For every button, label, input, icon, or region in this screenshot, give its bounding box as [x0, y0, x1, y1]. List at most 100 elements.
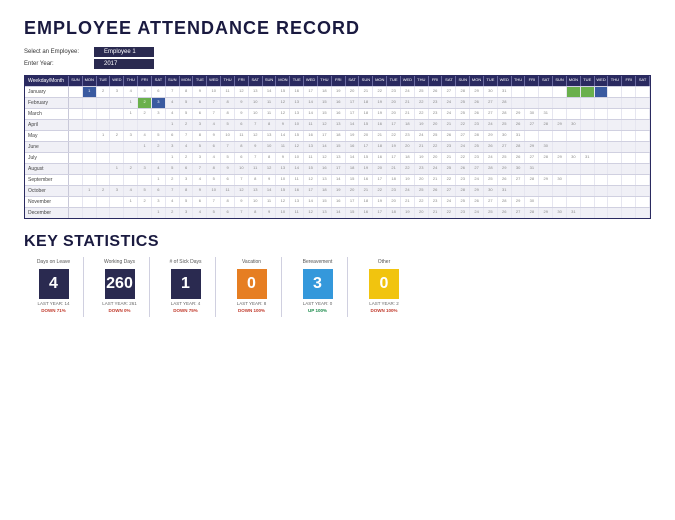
day-cell[interactable] [622, 186, 636, 196]
day-cell[interactable]: 13 [318, 208, 332, 218]
day-cell[interactable]: 15 [318, 109, 332, 119]
day-cell[interactable]: 26 [512, 153, 526, 163]
day-cell[interactable] [595, 98, 609, 108]
day-cell[interactable]: 5 [207, 208, 221, 218]
day-cell[interactable]: 1 [124, 109, 138, 119]
day-cell[interactable] [581, 98, 595, 108]
day-cell[interactable]: 28 [456, 87, 470, 97]
day-cell[interactable] [622, 153, 636, 163]
day-cell[interactable]: 9 [193, 87, 207, 97]
day-cell[interactable]: 19 [387, 142, 401, 152]
day-cell[interactable] [83, 120, 97, 130]
day-cell[interactable]: 8 [249, 208, 263, 218]
day-cell[interactable]: 18 [387, 208, 401, 218]
day-cell[interactable] [97, 197, 111, 207]
day-cell[interactable]: 20 [346, 186, 360, 196]
day-cell[interactable]: 24 [442, 109, 456, 119]
day-cell[interactable]: 11 [263, 98, 277, 108]
day-cell[interactable]: 17 [359, 142, 373, 152]
day-cell[interactable]: 17 [373, 208, 387, 218]
day-cell[interactable]: 8 [221, 98, 235, 108]
day-cell[interactable]: 1 [110, 164, 124, 174]
day-cell[interactable]: 19 [359, 164, 373, 174]
day-cell[interactable] [567, 131, 581, 141]
day-cell[interactable]: 12 [235, 87, 249, 97]
day-cell[interactable]: 21 [442, 120, 456, 130]
day-cell[interactable]: 23 [429, 109, 443, 119]
day-cell[interactable]: 6 [180, 164, 194, 174]
day-cell[interactable]: 30 [553, 175, 567, 185]
day-cell[interactable]: 5 [138, 87, 152, 97]
day-cell[interactable]: 6 [235, 153, 249, 163]
day-cell[interactable] [608, 153, 622, 163]
day-cell[interactable]: 29 [512, 109, 526, 119]
day-cell[interactable]: 18 [387, 175, 401, 185]
day-cell[interactable]: 18 [318, 87, 332, 97]
day-cell[interactable]: 14 [304, 98, 318, 108]
day-cell[interactable]: 13 [249, 186, 263, 196]
day-cell[interactable] [124, 153, 138, 163]
day-cell[interactable]: 15 [276, 87, 290, 97]
day-cell[interactable]: 19 [332, 186, 346, 196]
day-cell[interactable]: 27 [442, 186, 456, 196]
day-cell[interactable]: 15 [304, 164, 318, 174]
day-cell[interactable]: 16 [359, 208, 373, 218]
day-cell[interactable] [525, 98, 539, 108]
day-cell[interactable]: 13 [290, 197, 304, 207]
day-cell[interactable]: 11 [221, 87, 235, 97]
day-cell[interactable] [69, 208, 83, 218]
day-cell[interactable] [539, 164, 553, 174]
day-cell[interactable] [581, 142, 595, 152]
day-cell[interactable] [110, 208, 124, 218]
day-cell[interactable]: 2 [110, 131, 124, 141]
day-cell[interactable]: 18 [332, 131, 346, 141]
day-cell[interactable]: 28 [470, 131, 484, 141]
day-cell[interactable]: 22 [415, 98, 429, 108]
day-cell[interactable]: 3 [166, 142, 180, 152]
day-cell[interactable]: 1 [83, 87, 97, 97]
day-cell[interactable]: 16 [332, 98, 346, 108]
day-cell[interactable]: 27 [484, 197, 498, 207]
day-cell[interactable]: 4 [207, 153, 221, 163]
day-cell[interactable]: 6 [221, 208, 235, 218]
day-cell[interactable] [110, 153, 124, 163]
day-cell[interactable]: 28 [456, 186, 470, 196]
day-cell[interactable]: 7 [249, 120, 263, 130]
day-cell[interactable]: 1 [166, 120, 180, 130]
day-cell[interactable] [110, 197, 124, 207]
day-cell[interactable]: 4 [166, 109, 180, 119]
day-cell[interactable]: 5 [138, 186, 152, 196]
day-cell[interactable]: 27 [498, 142, 512, 152]
day-cell[interactable]: 21 [415, 142, 429, 152]
day-cell[interactable]: 16 [290, 87, 304, 97]
day-cell[interactable]: 10 [276, 208, 290, 218]
day-cell[interactable] [138, 208, 152, 218]
day-cell[interactable]: 10 [249, 98, 263, 108]
day-cell[interactable]: 26 [456, 164, 470, 174]
day-cell[interactable]: 23 [442, 142, 456, 152]
day-cell[interactable] [553, 186, 567, 196]
day-cell[interactable]: 15 [332, 142, 346, 152]
day-cell[interactable]: 3 [152, 98, 166, 108]
day-cell[interactable]: 3 [193, 120, 207, 130]
day-cell[interactable] [124, 120, 138, 130]
day-cell[interactable]: 9 [207, 131, 221, 141]
day-cell[interactable]: 9 [263, 175, 277, 185]
day-cell[interactable]: 29 [498, 164, 512, 174]
day-cell[interactable]: 20 [387, 109, 401, 119]
day-cell[interactable]: 15 [318, 98, 332, 108]
day-cell[interactable]: 5 [166, 164, 180, 174]
day-cell[interactable]: 22 [373, 186, 387, 196]
day-cell[interactable]: 19 [401, 208, 415, 218]
day-cell[interactable] [595, 197, 609, 207]
day-cell[interactable]: 31 [512, 131, 526, 141]
day-cell[interactable]: 14 [332, 208, 346, 218]
day-cell[interactable] [608, 142, 622, 152]
day-cell[interactable]: 8 [193, 131, 207, 141]
day-cell[interactable]: 19 [401, 175, 415, 185]
day-cell[interactable]: 31 [539, 109, 553, 119]
day-cell[interactable]: 8 [180, 87, 194, 97]
day-cell[interactable]: 21 [401, 98, 415, 108]
day-cell[interactable]: 7 [207, 98, 221, 108]
day-cell[interactable]: 4 [138, 131, 152, 141]
